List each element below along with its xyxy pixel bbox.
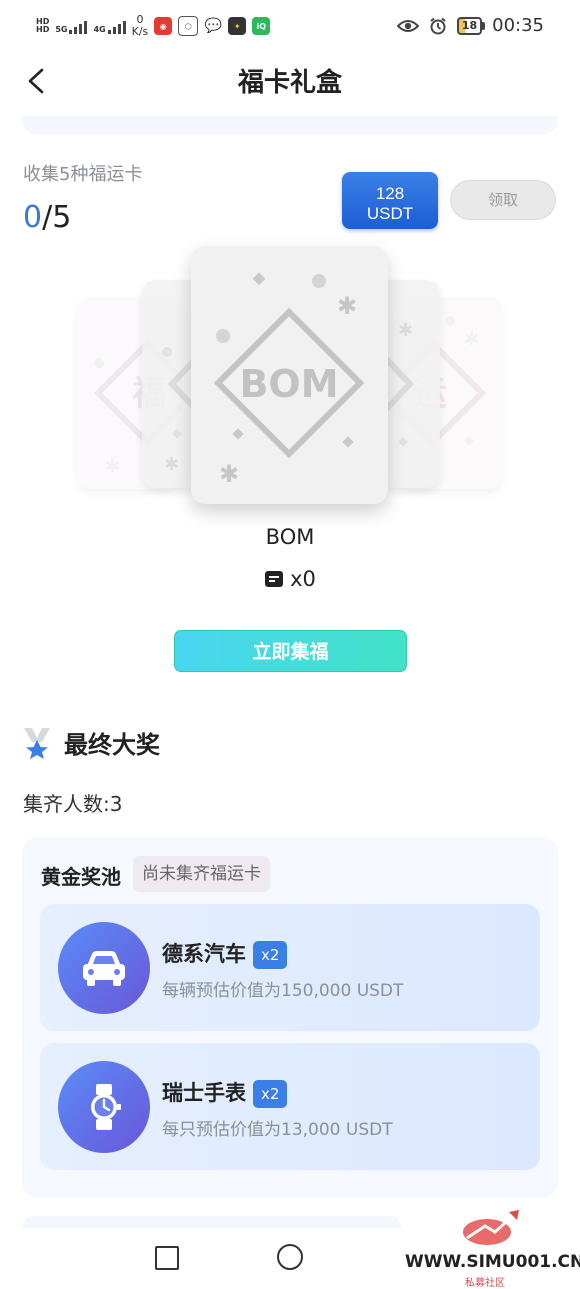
elephant-app-icon: ✦ [228,17,247,35]
battery-icon: 18 [456,16,486,35]
card-current[interactable]: BOM ✱ ✱ [191,246,388,504]
watch-icon [58,1061,150,1153]
gold-pool-panel: 黄金奖池 尚未集齐福运卡 德系汽车 x2 每辆预估价值为150,000 USDT [22,837,558,1198]
card-art: BOM ✱ ✱ [213,272,365,488]
next-panel-edge [22,1216,402,1228]
prize-qty-badge: x2 [253,941,288,969]
svg-text:✱: ✱ [105,456,120,477]
svg-text:✱: ✱ [337,292,357,320]
progress-current: 0 [23,200,43,235]
car-icon [58,922,150,1014]
prize-desc: 每只预估价值为13,000 USDT [162,1120,393,1140]
card-count: x0 [0,567,580,591]
app-notification-icon: ◉ [154,17,173,35]
prize-desc: 每辆预估价值为150,000 USDT [162,981,404,1001]
iqiyi-icon: iQ [252,17,271,35]
top-panel-edge [22,116,558,134]
recent-apps-button[interactable] [155,1246,179,1270]
card-stack-icon [265,571,284,587]
signal-4g-icon: 4G [93,18,126,34]
reward-amount-button[interactable]: 128 USDT [342,172,438,229]
net-speed: 0 K/s [131,13,149,38]
svg-text:✱: ✱ [164,454,179,475]
alarm-icon [430,17,446,34]
prize-name: 瑞士手表 [162,1081,246,1105]
signal-5g-icon: 5G [55,18,88,34]
pool-title: 黄金奖池 [41,865,121,889]
status-left: HD HD 5G 4G 0 K/s ◉ ⬡ 💬 ✦ iQ [36,13,271,38]
prize-qty-badge: x2 [253,1080,288,1108]
eye-icon [396,19,419,32]
claim-button[interactable]: 领取 [450,180,556,220]
prize-name: 德系汽车 [162,942,246,966]
home-button[interactable] [277,1244,303,1270]
watermark-url: WWW.SIMU001.CN [405,1252,580,1272]
wechat-icon: 💬 [204,17,223,35]
collect-progress: 0/5 [23,200,71,235]
prize-item: 德系汽车 x2 每辆预估价值为150,000 USDT [40,904,540,1031]
prize-title: 最终大奖 [64,731,160,759]
card-name: BOM [265,525,315,549]
hexagon-app-icon: ⬡ [178,16,199,36]
gather-count: 集齐人数:3 [23,792,123,816]
page-title: 福卡礼盒 [237,68,342,98]
prize-header: 最终大奖 [22,725,160,760]
nav-bar: 福卡礼盒 [0,56,580,106]
medal-icon [24,727,50,759]
svg-text:✱: ✱ [464,329,479,350]
clock: 00:35 [492,15,544,36]
card-logo: BOM [239,362,338,406]
status-bar: HD HD 5G 4G 0 K/s ◉ ⬡ 💬 ✦ iQ 18 00:35 [0,0,580,56]
progress-total: /5 [42,200,72,235]
pool-status-badge: 尚未集齐福运卡 [133,856,270,892]
svg-text:✱: ✱ [398,320,413,341]
svg-text:✱: ✱ [219,460,239,488]
collect-label: 收集5种福运卡 [23,164,143,185]
watermark-sub: 私募社区 [465,1278,505,1289]
reward-amount: 128 [375,184,405,203]
watermark-logo-icon [463,1210,519,1245]
hd-icon: HD HD [36,17,50,34]
card-count-value: x0 [290,567,316,591]
reward-unit: USDT [366,204,414,223]
battery-level: 18 [461,18,478,32]
prize-item: 瑞士手表 x2 每只预估价值为13,000 USDT [40,1043,540,1170]
collect-now-button[interactable]: 立即集福 [174,630,407,672]
status-right: 18 00:35 [396,15,544,36]
